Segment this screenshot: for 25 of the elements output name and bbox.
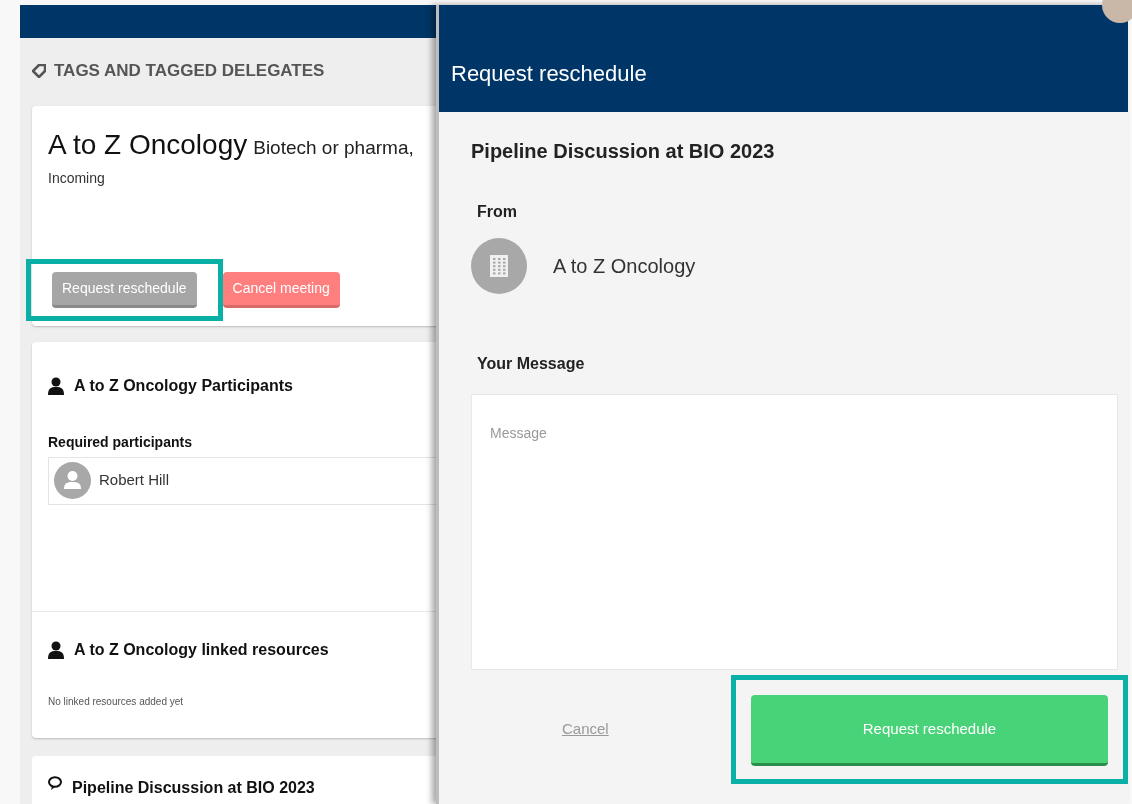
building-icon: [489, 254, 509, 278]
card-title: A to Z Oncology Participants: [74, 375, 293, 396]
company-name: A to Z Oncology: [48, 127, 248, 162]
card-title: Pipeline Discussion at BIO 2023: [72, 777, 315, 798]
person-icon: [48, 376, 64, 395]
drawer-title: Request reschedule: [451, 60, 647, 88]
from-label: From: [477, 202, 517, 222]
request-reschedule-button[interactable]: Request reschedule: [751, 695, 1108, 766]
person-icon: [48, 640, 64, 659]
company-category: Biotech or pharma,: [253, 135, 414, 160]
participant-name: Robert Hill: [99, 470, 170, 491]
cancel-link[interactable]: Cancel: [562, 718, 609, 741]
avatar-icon: [54, 462, 91, 499]
meeting-title: Pipeline Discussion at BIO 2023: [471, 139, 775, 164]
message-field[interactable]: Message: [471, 394, 1118, 670]
meeting-direction: Incoming: [48, 168, 105, 188]
empty-resources-text: No linked resources added yet: [47, 694, 184, 709]
tag-icon: [32, 63, 46, 78]
from-name: A to Z Oncology: [553, 254, 696, 279]
card-title: A to Z Oncology linked resources: [74, 639, 329, 660]
section-heading: TAGS AND TAGGED DELEGATES: [54, 60, 325, 82]
cancel-meeting-button[interactable]: Cancel meeting: [222, 271, 340, 308]
message-label: Your Message: [477, 354, 585, 374]
chat-icon: [48, 775, 64, 791]
required-participants-label: Required participants: [47, 432, 192, 452]
